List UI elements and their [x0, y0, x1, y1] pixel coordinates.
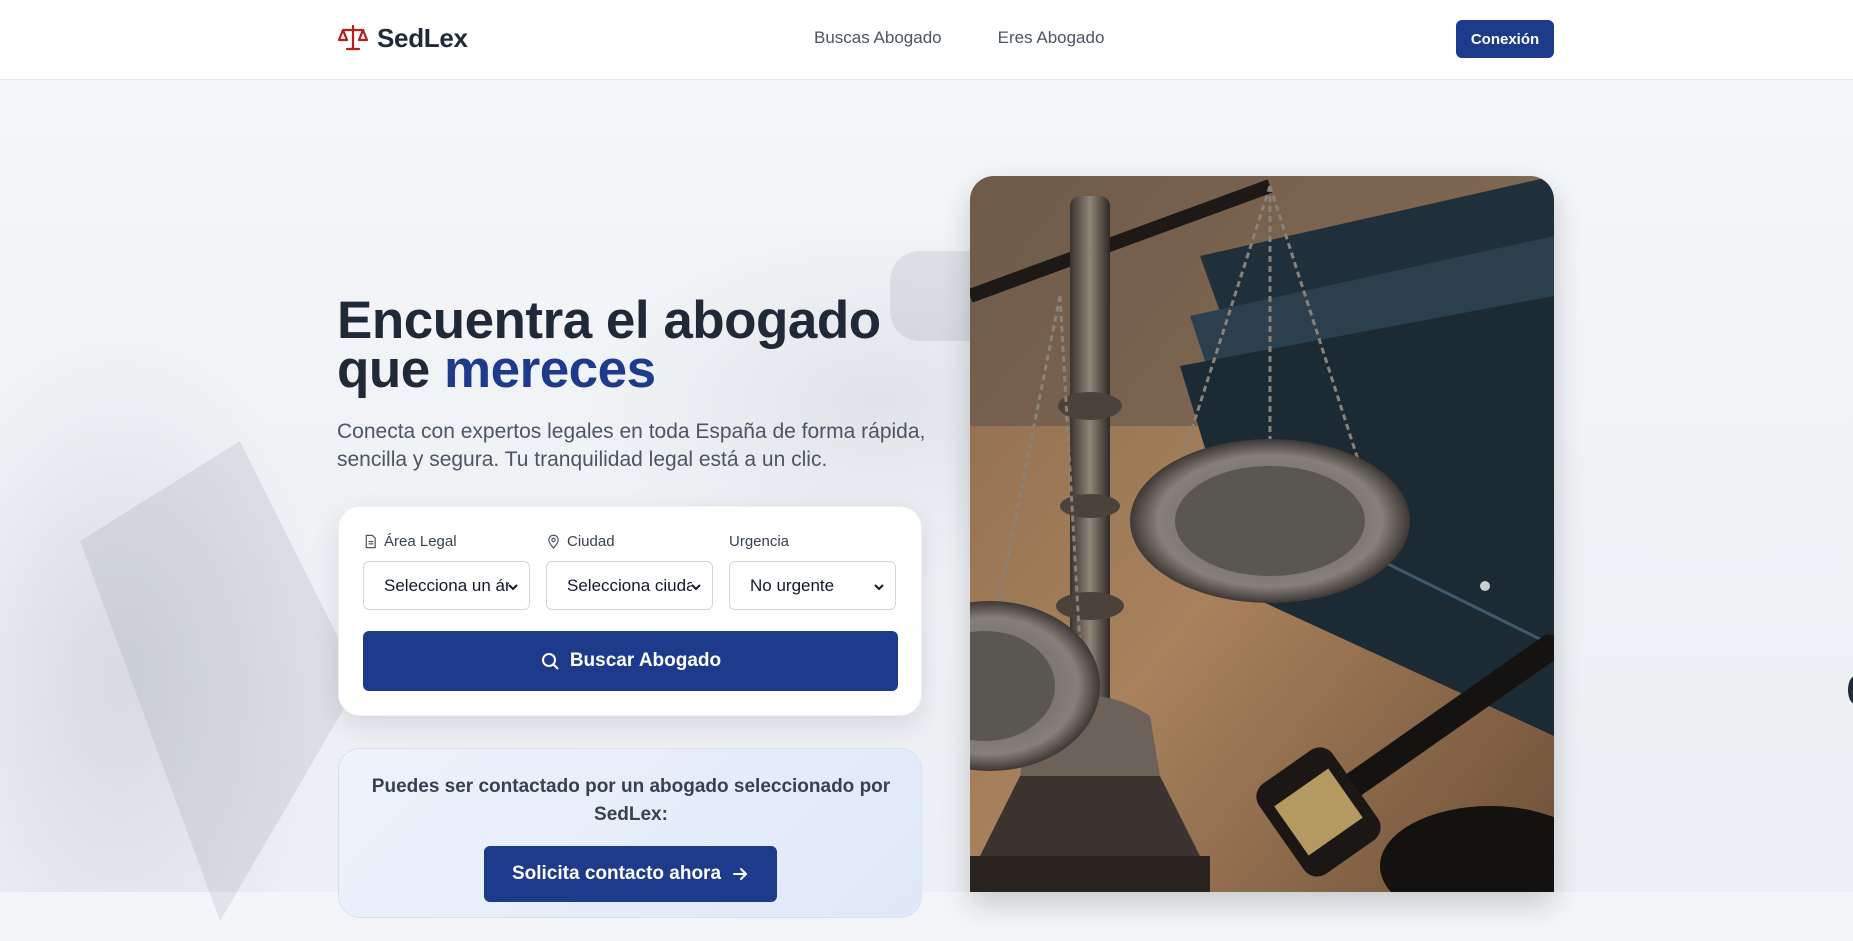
- legal-area-label: Área Legal: [363, 532, 530, 550]
- hero-title-prefix: que: [337, 340, 430, 399]
- logo-text: SedLex: [377, 22, 468, 53]
- search-lawyer-button-label: Buscar Abogado: [569, 650, 722, 671]
- hero-background: [0, 81, 1853, 921]
- contact-text: Puedes ser contactado por un abogado sel…: [371, 776, 891, 825]
- city-select-value: Selecciona ciudad: [567, 575, 692, 595]
- urgency-select-value: No urgente: [750, 575, 835, 595]
- chevron-down-icon: [691, 584, 701, 591]
- hero-title: Encuentra el abogado que mereces: [337, 294, 937, 396]
- urgency-label: Urgencia: [729, 532, 896, 550]
- request-contact-button-label: Solicita contacto ahora: [511, 863, 722, 884]
- location-pin-icon: [548, 534, 559, 549]
- chevron-down-icon: [508, 584, 518, 591]
- nav-link-eres-abogado[interactable]: Eres Abogado: [998, 28, 1105, 48]
- main-nav: Buscas Abogado Eres Abogado: [814, 28, 1104, 48]
- hero-image-scales-and-gavel: [970, 176, 1554, 892]
- urgency-label-text: Urgencia: [729, 532, 790, 550]
- contact-card: Puedes ser contactado por un abogado sel…: [338, 748, 922, 918]
- nav-link-buscas-abogado[interactable]: Buscas Abogado: [814, 28, 942, 48]
- document-icon: [365, 534, 376, 548]
- hero-title-accent: mereces: [443, 340, 656, 399]
- urgency-field: Urgencia No urgente: [729, 533, 896, 610]
- city-label: Ciudad: [546, 532, 713, 550]
- legal-area-select[interactable]: Selecciona un área: [363, 561, 530, 610]
- hero-subtitle: Conecta con expertos legales en toda Esp…: [337, 420, 926, 471]
- login-button[interactable]: Conexión: [1456, 20, 1554, 58]
- search-icon: [541, 653, 559, 670]
- background-book-decoration: [80, 441, 360, 921]
- city-select[interactable]: Selecciona ciudad: [546, 561, 713, 610]
- search-card: Área Legal Selecciona un área Ciudad Sel…: [338, 506, 922, 716]
- city-field: Ciudad Selecciona ciudad: [546, 533, 713, 610]
- legal-area-select-value: Selecciona un área: [384, 575, 509, 595]
- site-header: SedLex Buscas Abogado Eres Abogado Conex…: [0, 0, 1853, 80]
- request-contact-button[interactable]: Solicita contacto ahora: [484, 846, 777, 902]
- logo[interactable]: SedLex: [337, 22, 468, 54]
- chevron-down-icon: [874, 584, 884, 591]
- search-lawyer-button[interactable]: Buscar Abogado: [363, 631, 898, 691]
- urgency-select[interactable]: No urgente: [729, 561, 896, 610]
- arrow-right-icon: [733, 868, 748, 880]
- legal-area-field: Área Legal Selecciona un área: [363, 533, 530, 610]
- city-label-text: Ciudad: [567, 532, 615, 550]
- legal-area-label-text: Área Legal: [384, 532, 457, 550]
- scales-and-gavel-photo: [970, 176, 1554, 892]
- scales-of-justice-icon: [337, 24, 369, 51]
